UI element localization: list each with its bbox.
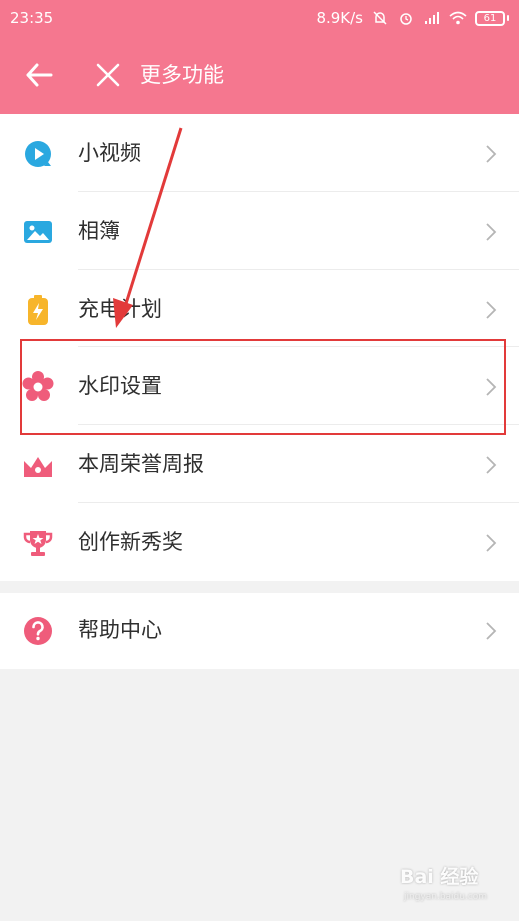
crown-icon xyxy=(24,457,52,478)
status-time: 23:35 xyxy=(10,9,54,27)
question-icon xyxy=(24,617,52,645)
menu-item-small-video[interactable]: 小视频 xyxy=(0,114,519,192)
back-arrow-icon[interactable] xyxy=(24,60,54,90)
menu-item-label: 水印设置 xyxy=(78,374,162,399)
status-icons: 8.9K/s 61 xyxy=(316,9,509,27)
chevron-right-icon xyxy=(486,145,497,163)
wifi-icon xyxy=(449,11,467,25)
signal-icon xyxy=(425,12,439,24)
menu-item-creator-award[interactable]: 创作新秀奖 xyxy=(0,503,519,581)
network-speed: 8.9K/s xyxy=(316,9,363,27)
watermark-text: Bai 经验 xyxy=(400,866,479,888)
battery-bolt-icon xyxy=(28,294,48,325)
menu-item-weekly-honor[interactable]: 本周荣誉周报 xyxy=(0,425,519,503)
baidu-watermark-logo: Bai 经验 jingyan.baidu.com xyxy=(400,862,510,912)
flower-icon xyxy=(22,371,54,402)
alarm-icon xyxy=(400,13,412,25)
chevron-right-icon xyxy=(486,456,497,474)
menu-item-label: 小视频 xyxy=(78,141,141,165)
mute-bell-icon xyxy=(373,11,387,25)
menu-item-label: 帮助中心 xyxy=(78,618,162,642)
page-title: 更多功能 xyxy=(140,63,224,87)
menu-item-help-center[interactable]: 帮助中心 xyxy=(0,593,519,669)
menu-item-album[interactable]: 相簿 xyxy=(0,192,519,270)
battery-icon: 61 xyxy=(475,10,505,26)
menu-list: 小视频 相簿 充电计划 水印设置 本周荣誉周报 创作新秀奖 xyxy=(0,114,519,581)
help-section: 帮助中心 xyxy=(0,593,519,669)
menu-item-charge-plan[interactable]: 充电计划 xyxy=(0,270,519,348)
image-icon xyxy=(24,220,52,243)
watermark-sub: jingyan.baidu.com xyxy=(404,892,488,902)
top-toolbar: 更多功能 xyxy=(0,36,519,114)
menu-item-watermark-settings[interactable]: 水印设置 xyxy=(0,347,519,426)
trophy-icon xyxy=(23,530,53,556)
menu-item-label: 本周荣誉周报 xyxy=(78,452,204,477)
chevron-right-icon xyxy=(486,223,497,241)
play-icon xyxy=(25,141,51,167)
menu-item-label: 相簿 xyxy=(78,218,120,243)
chevron-right-icon xyxy=(486,534,497,552)
menu-item-label: 充电计划 xyxy=(78,296,162,321)
chevron-right-icon xyxy=(486,300,497,319)
chevron-right-icon xyxy=(486,622,497,640)
status-bar: 23:35 8.9K/s 61 xyxy=(0,0,519,36)
menu-item-label: 创作新秀奖 xyxy=(78,529,183,554)
chevron-right-icon xyxy=(486,378,497,397)
close-icon[interactable] xyxy=(94,61,122,89)
battery-cap xyxy=(507,15,509,21)
